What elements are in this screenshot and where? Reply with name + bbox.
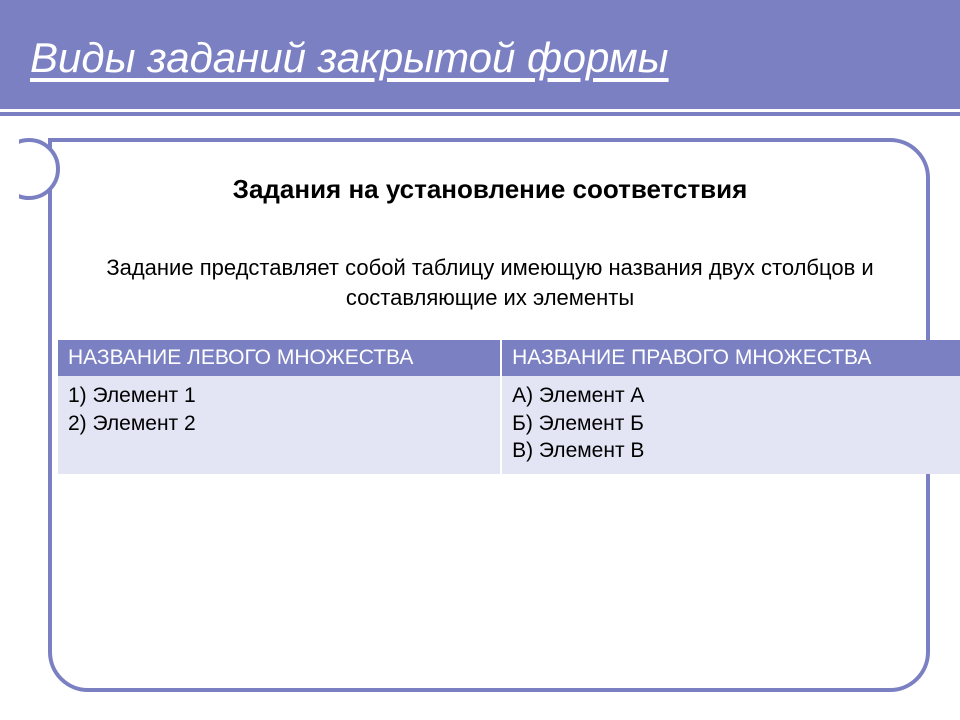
list-item: 1) Элемент 1 <box>68 382 490 409</box>
frame-bullet-circle <box>0 138 60 200</box>
table-cell-left: 1) Элемент 1 2) Элемент 2 <box>58 376 501 474</box>
list-item: А) Элемент А <box>512 382 951 409</box>
list-item: Б) Элемент Б <box>512 410 951 437</box>
slide-header: Виды заданий закрытой формы <box>0 0 960 116</box>
matching-table: НАЗВАНИЕ ЛЕВОГО МНОЖЕСТВА НАЗВАНИЕ ПРАВО… <box>58 340 960 474</box>
header-underline <box>0 109 960 112</box>
table-row: 1) Элемент 1 2) Элемент 2 А) Элемент А Б… <box>58 376 960 474</box>
slide-title: Виды заданий закрытой формы <box>30 34 669 82</box>
table-header-left: НАЗВАНИЕ ЛЕВОГО МНОЖЕСТВА <box>58 340 501 376</box>
table-header-right: НАЗВАНИЕ ПРАВОГО МНОЖЕСТВА <box>501 340 960 376</box>
table-cell-right: А) Элемент А Б) Элемент Б В) Элемент В <box>501 376 960 474</box>
content-area: Задания на установление соответствия Зад… <box>60 156 920 680</box>
table-header-row: НАЗВАНИЕ ЛЕВОГО МНОЖЕСТВА НАЗВАНИЕ ПРАВО… <box>58 340 960 376</box>
list-item: 2) Элемент 2 <box>68 410 490 437</box>
content-subtitle: Задания на установление соответствия <box>60 174 920 205</box>
slide-body: Задания на установление соответствия Зад… <box>0 116 960 720</box>
list-item: В) Элемент В <box>512 437 951 464</box>
content-description: Задание представляет собой таблицу имеющ… <box>60 253 920 312</box>
